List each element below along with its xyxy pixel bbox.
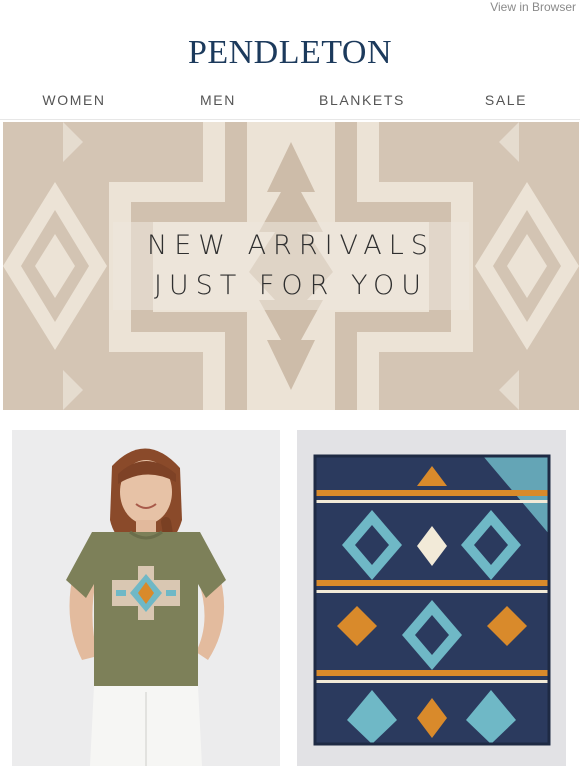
- product-card-blanket[interactable]: [297, 430, 566, 766]
- nav-item-blankets[interactable]: BLANKETS: [319, 92, 405, 108]
- nav-item-women[interactable]: WOMEN: [42, 92, 105, 108]
- nav-item-sale[interactable]: SALE: [485, 92, 527, 108]
- woman-tee-image: [12, 430, 280, 766]
- nav-divider: [0, 119, 580, 120]
- hero-headline-line2: JUST FOR YOU: [153, 270, 429, 301]
- hero-banner[interactable]: NEW ARRIVALS JUST FOR YOU: [3, 122, 579, 410]
- hero-pattern-graphic: [3, 122, 579, 410]
- hero-headline-line1: NEW ARRIVALS: [147, 230, 435, 261]
- main-nav: WOMEN MEN BLANKETS SALE: [0, 92, 580, 114]
- product-card-tee[interactable]: [12, 430, 280, 766]
- view-in-browser-link[interactable]: View in Browser: [490, 0, 576, 14]
- nav-item-men[interactable]: MEN: [200, 92, 236, 108]
- pendleton-logo[interactable]: PENDLETON: [0, 34, 580, 72]
- blanket-image: [297, 430, 566, 766]
